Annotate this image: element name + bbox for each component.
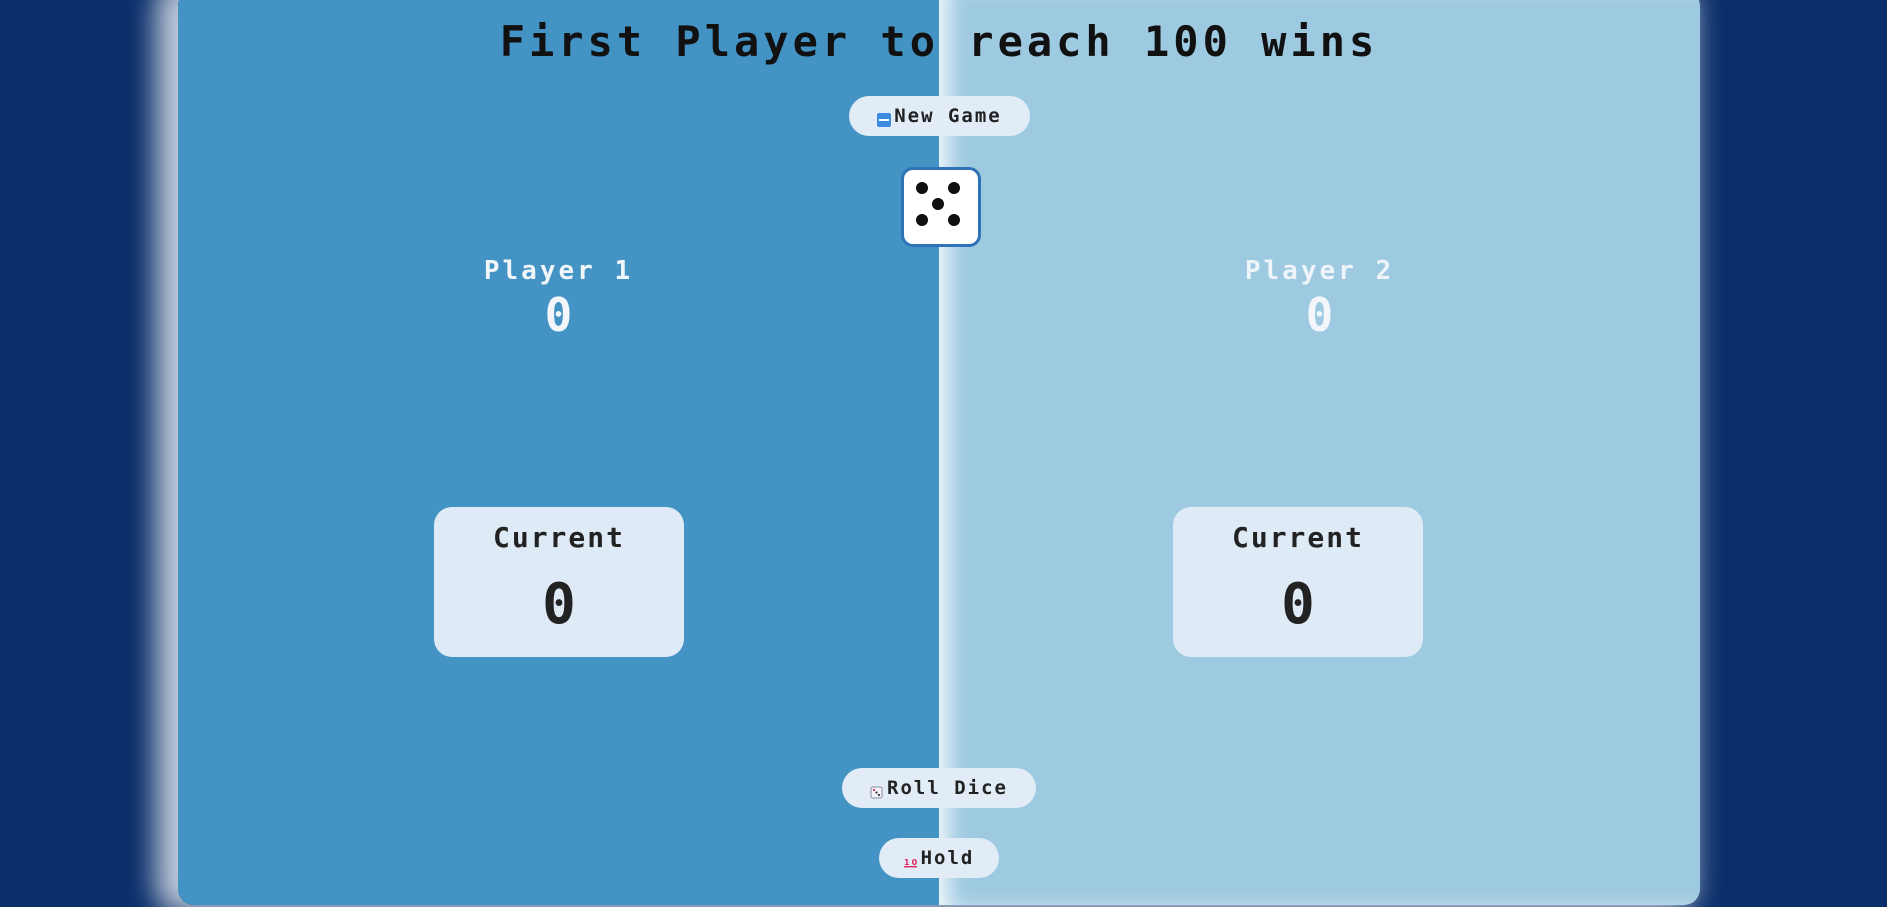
roll-dice-button[interactable]: Roll Dice — [842, 768, 1036, 808]
player-2-name: Player 2 — [1244, 256, 1395, 286]
hold-label: Hold — [920, 847, 975, 869]
player-2-current-score: 0 — [1281, 572, 1315, 637]
new-game-button[interactable]: New Game — [849, 96, 1030, 136]
player-1-name: Player 1 — [483, 256, 634, 286]
player-2-current-box: Current 0 — [1173, 507, 1423, 657]
player-1-total-score: 0 — [544, 288, 573, 342]
player-1-panel: Player 1 0 Current 0 — [178, 0, 939, 905]
dice — [901, 167, 981, 247]
game-title: First Player to reach 100 wins — [499, 17, 1379, 66]
player-1-current-label: Current — [492, 521, 625, 554]
player-2-current-label: Current — [1231, 521, 1364, 554]
player-2-total-score: 0 — [1305, 288, 1334, 342]
dice-pip — [916, 182, 928, 194]
player-2-panel: Player 2 0 Current 0 — [939, 0, 1700, 905]
dice-icon — [870, 782, 884, 799]
roll-dice-label: Roll Dice — [887, 777, 1008, 799]
dice-pip — [948, 182, 960, 194]
new-game-label: New Game — [894, 105, 1002, 127]
hold-button[interactable]: 100 Hold — [879, 838, 999, 878]
player-1-current-box: Current 0 — [434, 507, 684, 657]
svg-text:100: 100 — [904, 858, 918, 867]
dice-pip — [948, 214, 960, 226]
new-badge-icon — [877, 110, 892, 127]
dice-pip — [916, 214, 928, 226]
hundred-points-icon: 100 — [903, 852, 924, 868]
dice-pip — [932, 198, 944, 210]
game-board: Player 1 0 Current 0 Player 2 0 Current … — [178, 0, 1700, 905]
player-1-current-score: 0 — [542, 572, 576, 637]
